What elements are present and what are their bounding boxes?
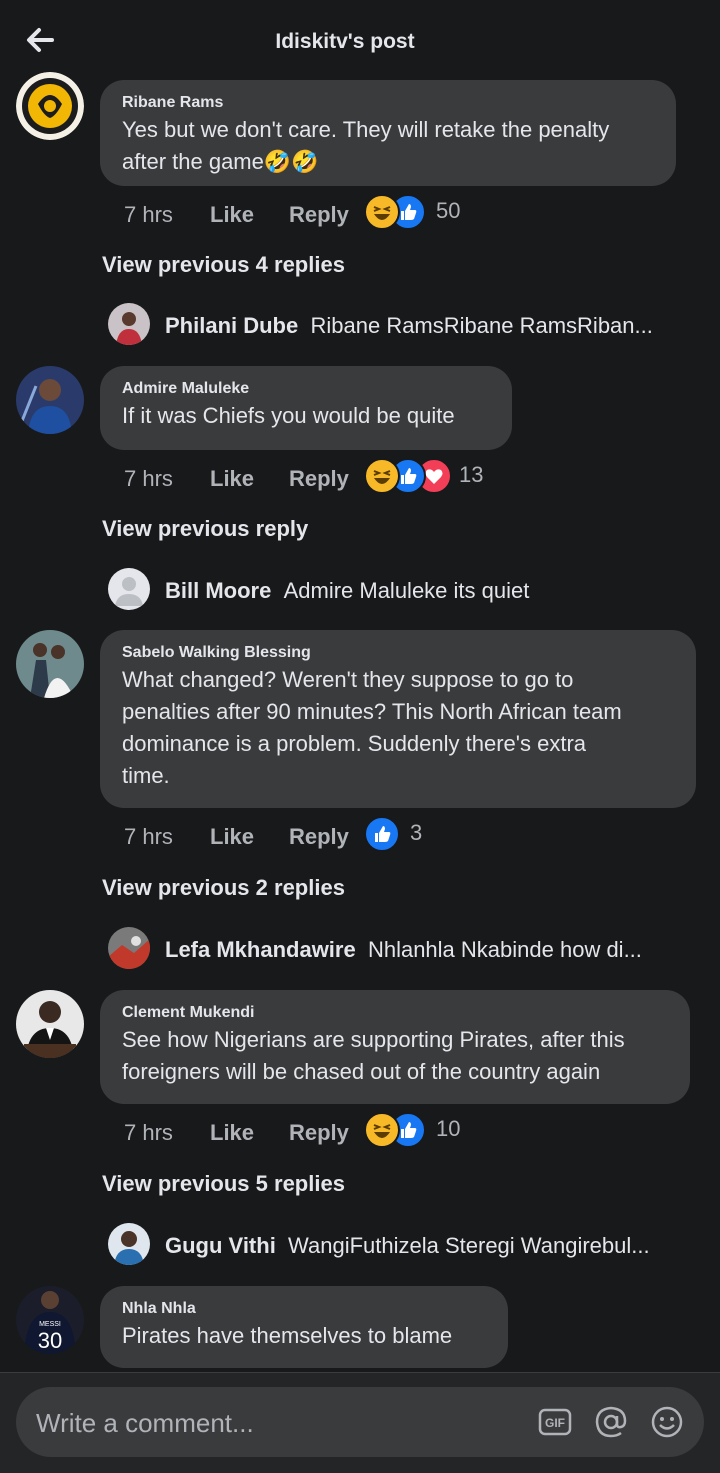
header: Idiskitv's post xyxy=(0,0,720,82)
comment-text: after the game🤣🤣 xyxy=(122,149,319,174)
reaction-count: 3 xyxy=(410,820,423,845)
comment-actions: 7 hrs Like Reply 3 xyxy=(124,816,624,856)
comment-text: penalties after 90 minutes? This North A… xyxy=(122,699,622,724)
haha-reaction-icon xyxy=(364,1112,400,1148)
haha-reaction-icon xyxy=(364,194,400,230)
gif-label: GIF xyxy=(545,1416,565,1430)
comment-input[interactable]: Write a comment... GIF xyxy=(16,1387,704,1457)
reply-button[interactable]: Reply xyxy=(289,1120,349,1146)
comment-bubble[interactable]: Admire Maluleke If it was Chiefs you wou… xyxy=(100,366,512,450)
comment-author[interactable]: Sabelo Walking Blessing xyxy=(122,644,674,662)
comment-text: time. xyxy=(122,763,170,788)
comment-actions: 7 hrs Like Reply 13 xyxy=(124,458,624,498)
view-previous-replies[interactable]: View previous 4 replies xyxy=(102,252,345,278)
haha-reaction-icon xyxy=(364,458,400,494)
avatar-ribane-rams[interactable] xyxy=(16,72,84,140)
comment-text: If it was Chiefs you would be quite xyxy=(122,403,455,428)
comment-author[interactable]: Nhla Nhla xyxy=(122,1300,486,1318)
reply-text: Nhlanhla Nkabinde how di... xyxy=(367,937,642,962)
like-button[interactable]: Like xyxy=(210,466,254,492)
avatar-nhla-nhla[interactable]: MESSI 30 xyxy=(16,1286,84,1354)
avatar-philani-dube[interactable] xyxy=(108,303,150,345)
comment-text: See how Nigerians are supporting Pirates… xyxy=(122,1027,625,1052)
reply-author[interactable]: Philani Dube xyxy=(165,313,298,338)
avatar-gugu-vithi[interactable] xyxy=(108,1223,150,1265)
reply-text: Ribane RamsRibane RamsRiban... xyxy=(310,313,653,338)
comment-author[interactable]: Clement Mukendi xyxy=(122,1004,668,1022)
reply-button[interactable]: Reply xyxy=(289,466,349,492)
avatar-clement-mukendi[interactable] xyxy=(16,990,84,1058)
avatar-jersey-number: 30 xyxy=(38,1328,62,1353)
comment-bubble[interactable]: Sabelo Walking Blessing What changed? We… xyxy=(100,630,696,808)
reply-author[interactable]: Gugu Vithi xyxy=(165,1233,276,1258)
comment-text: Yes but we don't care. They will retake … xyxy=(122,117,610,142)
reply-button[interactable]: Reply xyxy=(289,824,349,850)
reply-text: WangiFuthizela Steregi Wangirebul... xyxy=(288,1233,650,1258)
avatar-bill-moore[interactable] xyxy=(108,568,150,610)
reply-author[interactable]: Lefa Mkhandawire xyxy=(165,937,356,962)
comment-bubble[interactable]: Ribane Rams Yes but we don't care. They … xyxy=(100,80,676,186)
reply-text: Admire Maluleke its quiet xyxy=(283,578,530,603)
comment-author[interactable]: Admire Maluleke xyxy=(122,380,490,398)
view-previous-replies[interactable]: View previous 5 replies xyxy=(102,1171,345,1197)
comment-text: Pirates have themselves to blame xyxy=(122,1323,453,1348)
comment-text: What changed? Weren't they suppose to go… xyxy=(122,667,574,692)
comment-time: 7 hrs xyxy=(124,824,173,849)
reply-button[interactable]: Reply xyxy=(289,202,349,228)
comment-text: dominance is a problem. Suddenly there's… xyxy=(122,731,587,756)
comment-text: foreigners will be chased out of the cou… xyxy=(122,1059,601,1084)
comment-bubble[interactable]: Nhla Nhla Pirates have themselves to bla… xyxy=(100,1286,508,1368)
avatar-admire-maluleke[interactable] xyxy=(16,366,84,434)
comment-time: 7 hrs xyxy=(124,466,173,491)
comment-actions: 7 hrs Like Reply 10 xyxy=(124,1112,624,1152)
comment-input-placeholder: Write a comment... xyxy=(36,1408,254,1438)
page-title: Idiskitv's post xyxy=(275,30,415,53)
reply-author[interactable]: Bill Moore xyxy=(165,578,271,603)
like-button[interactable]: Like xyxy=(210,824,254,850)
like-button[interactable]: Like xyxy=(210,1120,254,1146)
comment-composer-bar: Write a comment... GIF xyxy=(0,1372,720,1473)
mention-icon[interactable] xyxy=(594,1405,628,1439)
comment-actions: 7 hrs Like Reply 50 xyxy=(124,194,624,234)
gif-icon[interactable]: GIF xyxy=(538,1405,572,1439)
comment-bubble[interactable]: Clement Mukendi See how Nigerians are su… xyxy=(100,990,690,1104)
comment-time: 7 hrs xyxy=(124,202,173,227)
reaction-count: 13 xyxy=(459,462,484,487)
view-previous-replies[interactable]: View previous 2 replies xyxy=(102,875,345,901)
comment-time: 7 hrs xyxy=(124,1120,173,1145)
reaction-count: 10 xyxy=(436,1116,461,1141)
avatar-jersey-name: MESSI xyxy=(39,1321,61,1328)
avatar-lefa-mkhandawire[interactable] xyxy=(108,927,150,969)
like-reaction-icon xyxy=(364,816,400,852)
reaction-count: 50 xyxy=(436,198,461,223)
view-previous-replies[interactable]: View previous reply xyxy=(102,516,308,542)
like-button[interactable]: Like xyxy=(210,202,254,228)
avatar-sabelo-walking-blessing[interactable] xyxy=(16,630,84,698)
emoji-icon[interactable] xyxy=(650,1405,684,1439)
comment-author[interactable]: Ribane Rams xyxy=(122,94,654,112)
